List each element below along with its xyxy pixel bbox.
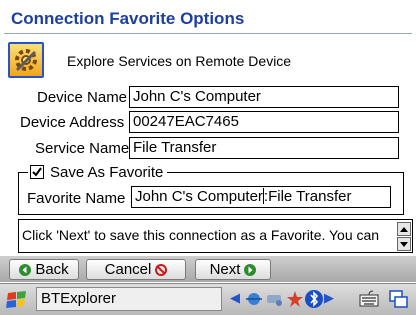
favorite-name-field[interactable]: John C's Computer:File Transfer xyxy=(131,186,391,208)
save-as-favorite-checkbox[interactable]: Save As Favorite xyxy=(28,163,168,181)
checkbox-box[interactable] xyxy=(30,165,44,179)
down-arrow-icon xyxy=(400,241,408,247)
gear-wrench-icon xyxy=(8,42,44,78)
next-label: Next xyxy=(209,261,241,278)
back-arrow-icon xyxy=(19,263,32,276)
connection-icon[interactable] xyxy=(264,289,284,309)
cancel-icon xyxy=(155,263,168,276)
checkmark-icon xyxy=(32,167,42,177)
message-box[interactable]: Click 'Next' to save this connection as … xyxy=(18,219,413,253)
network-icon[interactable] xyxy=(244,289,264,309)
message-text: Click 'Next' to save this connection as … xyxy=(22,227,379,243)
scroll-up-button[interactable] xyxy=(397,222,411,236)
windows-flag-icon[interactable] xyxy=(4,290,30,310)
keyboard-icon[interactable] xyxy=(358,288,380,310)
back-button[interactable]: Back xyxy=(9,259,79,280)
back-label: Back xyxy=(35,261,69,278)
favorite-name-label: Favorite Name : xyxy=(27,190,134,207)
up-arrow-icon xyxy=(400,226,408,232)
windows-switcher-icon[interactable] xyxy=(388,288,410,310)
favorite-name-text-after-caret: :File Transfer xyxy=(263,188,352,205)
bluetooth-icon[interactable] xyxy=(304,289,324,309)
dialog-title: Connection Favorite Options xyxy=(11,9,245,28)
next-arrow-icon xyxy=(244,263,257,276)
tray-right-arrow-icon[interactable]: ▶ xyxy=(324,290,334,306)
device-address-field[interactable]: 00247EAC7465 xyxy=(129,111,399,133)
dialog-subtitle: Explore Services on Remote Device xyxy=(67,53,292,69)
taskbar-app-button[interactable]: BTExplorer xyxy=(36,287,222,311)
title-divider xyxy=(4,33,412,34)
service-name-label: Service Name : xyxy=(35,140,138,157)
scroll-down-button[interactable] xyxy=(397,237,411,251)
device-address-label: Device Address : xyxy=(20,114,133,131)
button-bar: Back Cancel Next xyxy=(0,256,416,282)
device-name-label: Device Name : xyxy=(37,89,136,106)
cancel-button[interactable]: Cancel xyxy=(86,259,186,280)
save-as-favorite-label: Save As Favorite xyxy=(50,163,164,181)
tray-expand-icon[interactable]: ◀ xyxy=(230,290,240,306)
taskbar: BTExplorer ◀ ▶ xyxy=(0,283,416,315)
favorite-name-text-before-caret: John C's Computer xyxy=(135,188,263,205)
device-name-field[interactable]: John C's Computer xyxy=(129,86,399,108)
cancel-label: Cancel xyxy=(104,261,152,278)
next-button[interactable]: Next xyxy=(195,259,271,280)
service-name-field[interactable]: File Transfer xyxy=(129,137,399,159)
status-icon[interactable] xyxy=(285,289,305,309)
